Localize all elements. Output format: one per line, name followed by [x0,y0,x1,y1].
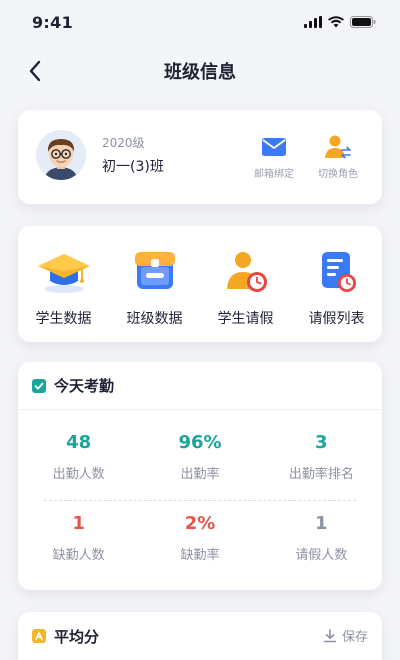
signal-icon [304,16,322,28]
status-bar: 9:41 [0,0,400,44]
stat-attendance-rank: 3 出勤率排名 [261,422,382,492]
stat-value: 1 [315,513,328,534]
download-icon [323,628,337,642]
status-time: 9:41 [32,12,73,32]
average-title: 平均分 [54,627,100,646]
back-button[interactable] [22,58,48,84]
email-bind-label: 邮箱绑定 [254,169,294,180]
stat-leave-count: 1 请假人数 [261,503,382,573]
stat-value: 1 [72,513,85,534]
save-button[interactable]: 保存 [323,626,368,645]
stat-value: 3 [315,432,328,453]
attendance-row-absent: 1 缺勤人数 2% 缺勤率 1 请假人数 [18,503,382,573]
attendance-row-present: 48 出勤人数 96% 出勤率 3 出勤率排名 [18,422,382,492]
leave-list-label: 请假列表 [308,311,365,327]
battery-icon [350,16,376,28]
stat-value: 96% [178,432,222,453]
stat-absent-count: 1 缺勤人数 [18,503,139,573]
graduation-cap-icon [37,254,90,293]
student-leave-button[interactable]: 学生请假 [200,226,291,342]
class-data-label: 班级数据 [126,311,183,327]
stat-label: 请假人数 [295,548,348,563]
class-name: 初一(3)班 [102,159,164,175]
stat-label: 出勤人数 [52,467,105,482]
today-attendance-card: 今天考勤 48 出勤人数 96% 出勤率 3 出勤率排名 1 缺勤人数 2% 缺… [18,362,382,590]
stat-absence-rate: 2% 缺勤率 [139,503,260,573]
quick-entry-card: 学生数据 班级数据 学生请假 请假列表 [18,226,382,342]
average-badge-icon [32,629,46,643]
stat-label: 出勤率 [180,467,220,482]
attendance-header: 今天考勤 [18,362,382,410]
mail-icon [262,138,286,156]
dashed-divider [44,500,356,501]
student-leave-label: 学生请假 [217,311,274,327]
check-badge-icon [32,378,46,393]
switch-role-button[interactable]: 切换角色 [308,134,368,180]
nav-bar: 班级信息 [0,48,400,94]
class-box-icon [134,252,175,289]
page-title: 班级信息 [164,62,236,83]
avatar [36,130,86,180]
average-score-card: 平均分 保存 [18,612,382,660]
stat-present-count: 48 出勤人数 [18,422,139,492]
stat-label: 缺勤人数 [52,548,105,563]
switch-role-label: 切换角色 [318,169,358,180]
grade-label: 2020级 [102,136,145,150]
stat-label: 出勤率排名 [288,467,354,482]
class-profile-card: 2020级 初一(3)班 邮箱绑定 切换角色 [18,110,382,204]
class-data-button[interactable]: 班级数据 [109,226,200,342]
status-icons [304,16,376,28]
student-data-label: 学生数据 [35,311,92,327]
wifi-icon [328,16,344,28]
stat-value: 2% [184,513,216,534]
stat-attendance-rate: 96% 出勤率 [139,422,260,492]
leave-list-icon [321,252,356,292]
chevron-left-icon [29,60,41,82]
switch-role-icon [325,135,351,159]
attendance-title: 今天考勤 [54,377,115,395]
leave-list-button[interactable]: 请假列表 [291,226,382,342]
student-data-button[interactable]: 学生数据 [18,226,109,342]
stat-label: 缺勤率 [180,548,220,563]
teacher-avatar-icon [36,130,86,180]
save-label: 保存 [341,630,368,645]
student-leave-icon [226,252,267,292]
stat-value: 48 [66,432,92,453]
email-bind-button[interactable]: 邮箱绑定 [244,134,304,180]
